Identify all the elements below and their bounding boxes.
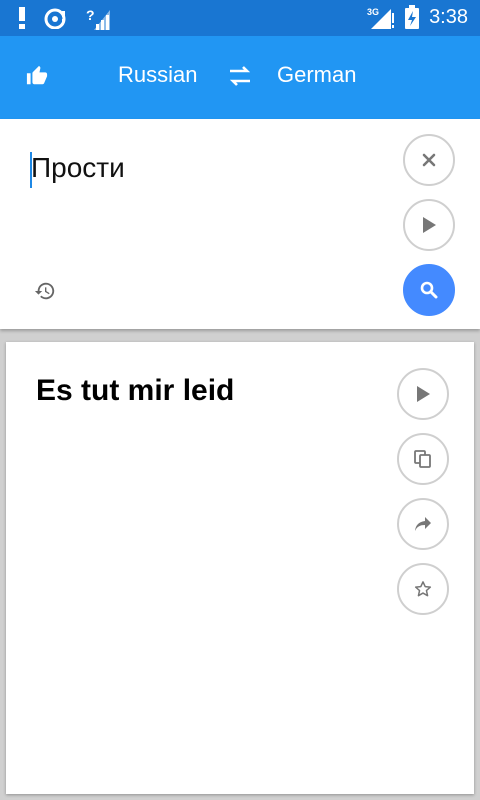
svg-text:?: ? bbox=[86, 7, 95, 23]
search-icon bbox=[420, 281, 438, 299]
status-left-icons: ? bbox=[18, 6, 110, 30]
translation-text: Es tut mir leid bbox=[36, 374, 235, 407]
input-panel: Прости bbox=[0, 119, 480, 329]
output-play-button[interactable] bbox=[397, 368, 449, 420]
share-icon bbox=[415, 517, 431, 531]
clear-icon bbox=[422, 153, 436, 167]
play-icon bbox=[423, 217, 436, 233]
star-icon bbox=[414, 581, 432, 597]
favorite-button[interactable] bbox=[397, 563, 449, 615]
input-text-field[interactable]: Прости bbox=[31, 152, 125, 184]
wifi-unknown-icon: ? bbox=[86, 7, 110, 30]
battery-charging-icon bbox=[405, 5, 420, 29]
thumbs-up-icon[interactable] bbox=[26, 65, 48, 87]
status-bar: ? 3G 3:38 bbox=[0, 0, 480, 36]
sync-icon bbox=[44, 8, 66, 29]
share-button[interactable] bbox=[397, 498, 449, 550]
source-language-button[interactable]: Russian bbox=[118, 62, 197, 88]
play-icon bbox=[417, 386, 430, 402]
history-icon[interactable] bbox=[34, 280, 56, 302]
input-play-button[interactable] bbox=[403, 199, 455, 251]
clear-button[interactable] bbox=[403, 134, 455, 186]
copy-button[interactable] bbox=[397, 433, 449, 485]
alert-icon bbox=[19, 7, 25, 29]
signal-icon: 3G bbox=[367, 7, 395, 29]
status-right-icons: 3G 3:38 bbox=[367, 5, 468, 29]
copy-icon bbox=[414, 450, 431, 468]
output-card: Es tut mir leid bbox=[6, 342, 474, 794]
clock: 3:38 bbox=[429, 5, 468, 28]
svg-text:3G: 3G bbox=[367, 7, 379, 17]
app-bar: Russian German bbox=[0, 36, 480, 119]
target-language-button[interactable]: German bbox=[277, 62, 356, 88]
search-button[interactable] bbox=[403, 264, 455, 316]
swap-icon[interactable] bbox=[228, 65, 252, 87]
